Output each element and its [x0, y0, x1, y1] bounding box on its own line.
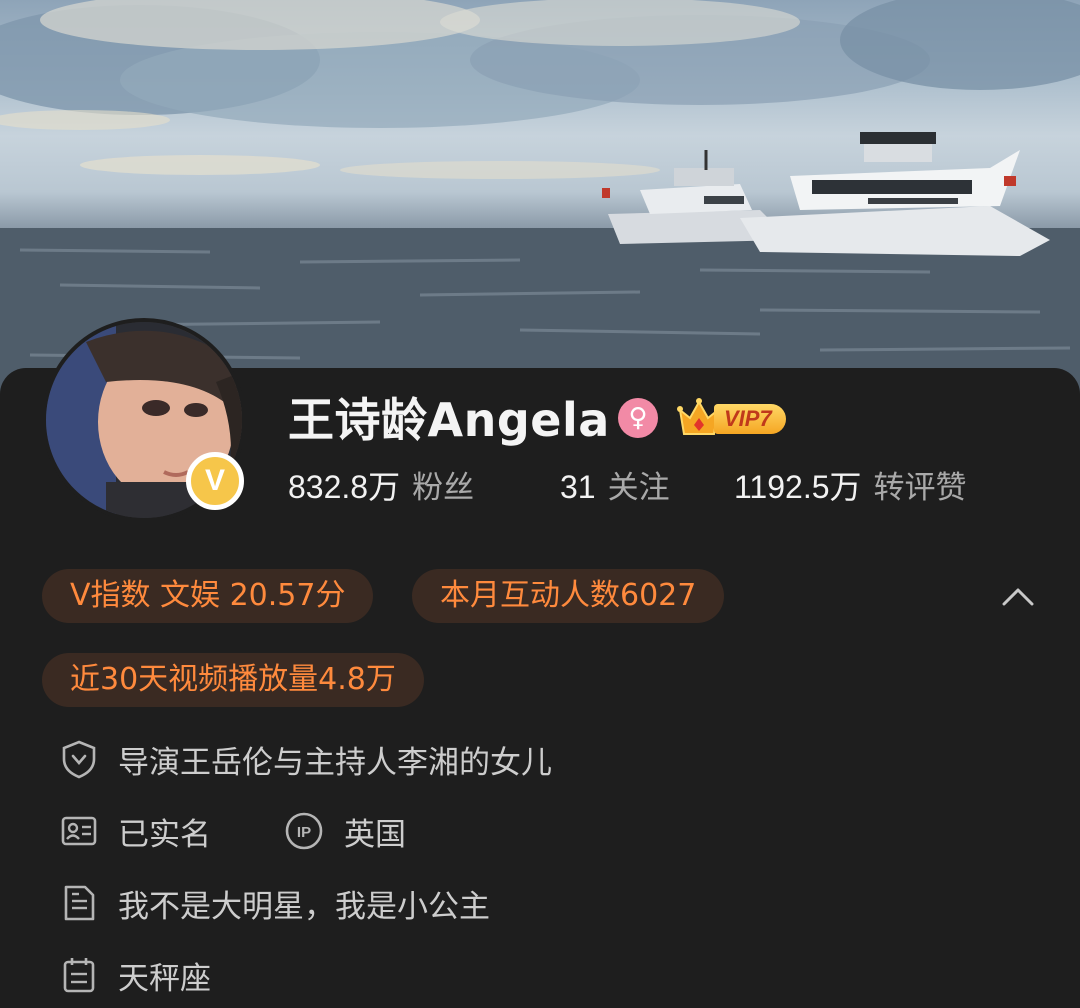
reposts-likes-label: 转评赞 — [873, 470, 967, 506]
document-icon — [64, 885, 95, 921]
ip-icon-label: IP — [297, 824, 311, 841]
ip-icon: IP — [285, 812, 323, 850]
following-label: 关注 — [607, 470, 670, 506]
following-count: 31 — [560, 469, 596, 505]
bio-text: 我不是大明星，我是小公主 — [118, 888, 490, 925]
real-name-text: 已实名 — [118, 816, 211, 853]
followers-count: 832.8万 — [288, 469, 401, 505]
zodiac-row: 天秤座 — [60, 950, 211, 1000]
zodiac-text: 天秤座 — [118, 960, 211, 997]
calendar-icon — [63, 958, 95, 993]
ip-location-text: 英国 — [344, 816, 406, 853]
reposts-likes-stat[interactable]: 1192.5万 转评赞 — [734, 460, 967, 520]
vip-level-badge[interactable]: VIP7 — [714, 404, 786, 434]
bio-row: 我不是大明星，我是小公主 — [60, 878, 490, 928]
followers-label: 粉丝 — [412, 470, 475, 506]
chevron-up-icon[interactable] — [1000, 582, 1036, 612]
female-symbol-icon: ♀ — [618, 398, 658, 438]
v-index-tag[interactable]: V指数 文娱 20.57分 — [42, 569, 374, 623]
monthly-interactions-tag[interactable]: 本月互动人数6027 — [412, 569, 725, 623]
verification-row: 导演王岳伦与主持人李湘的女儿 — [60, 734, 552, 784]
following-stat[interactable]: 31 关注 — [560, 460, 670, 520]
video-views-tag[interactable]: 近30天视频播放量4.8万 — [42, 653, 424, 707]
real-name-row: 已实名 — [60, 806, 211, 856]
id-card-icon — [61, 816, 97, 846]
followers-stat[interactable]: 832.8万 粉丝 — [288, 460, 474, 520]
profile-name: 王诗龄Angela — [288, 393, 610, 447]
verified-badge-icon: V — [186, 452, 244, 510]
shield-icon — [62, 740, 96, 779]
verification-text: 导演王岳伦与主持人李湘的女儿 — [118, 744, 552, 781]
ip-location-row: IP 英国 — [284, 806, 406, 856]
reposts-likes-count: 1192.5万 — [734, 469, 862, 505]
